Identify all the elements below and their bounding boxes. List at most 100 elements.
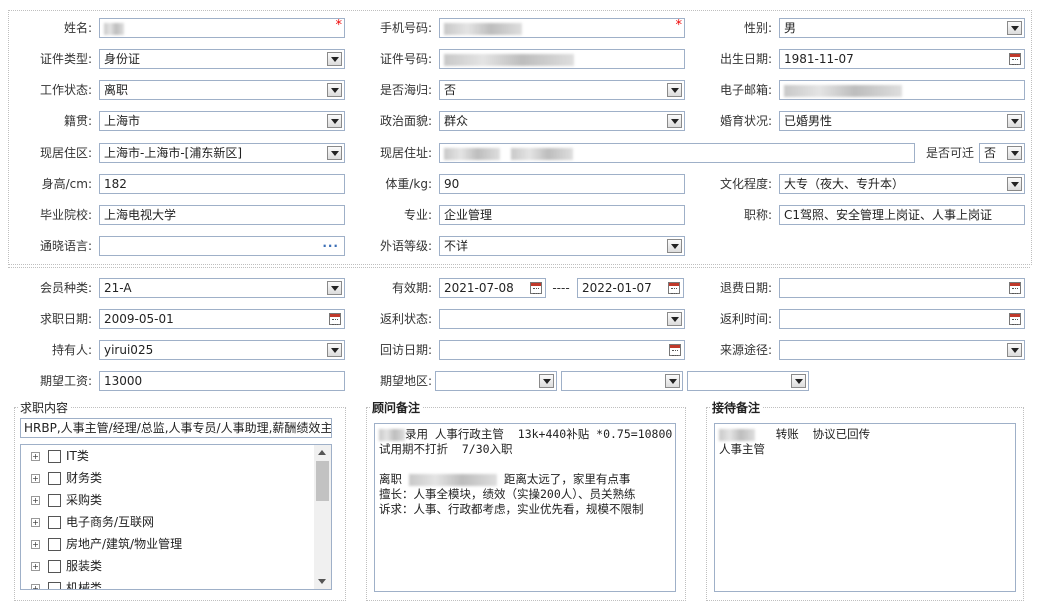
job-date-field[interactable]: 2009-05-01 — [99, 309, 345, 329]
tree-item[interactable]: + 机械类 — [31, 578, 102, 589]
checkbox[interactable] — [48, 560, 61, 573]
reception-notes-textarea[interactable]: 转账 协议已回传 人事主管 — [714, 423, 1016, 592]
chevron-down-icon[interactable] — [539, 374, 554, 388]
tree-item[interactable]: + 电子商务/互联网 — [31, 512, 154, 532]
revisit-label: 回访日期: — [379, 343, 432, 357]
rebate-time-field[interactable] — [779, 309, 1025, 329]
foreign-level-select[interactable]: 不详 — [439, 236, 685, 256]
major-label: 专业: — [403, 208, 432, 222]
checkbox[interactable] — [48, 538, 61, 551]
expand-icon[interactable]: + — [31, 540, 40, 549]
title-field[interactable]: C1驾照、安全管理上岗证、人事上岗证 — [779, 205, 1025, 225]
work-status-select[interactable]: 离职 — [99, 80, 345, 100]
scroll-down-icon[interactable] — [318, 579, 326, 584]
valid-from-field[interactable]: 2021-07-08 — [439, 278, 546, 298]
expand-icon[interactable]: + — [31, 562, 40, 571]
expand-icon[interactable]: + — [31, 584, 40, 589]
chevron-down-icon[interactable] — [327, 343, 342, 357]
vertical-scrollbar[interactable] — [314, 445, 331, 589]
chevron-down-icon[interactable] — [1007, 177, 1022, 191]
chevron-down-icon[interactable] — [327, 83, 342, 97]
revisit-date-field[interactable] — [439, 340, 685, 360]
height-field[interactable]: 182 — [99, 174, 345, 194]
checkbox[interactable] — [48, 516, 61, 529]
education-select[interactable]: 大专（夜大、专升本） — [779, 174, 1025, 194]
job-category-tree[interactable]: + IT类 + 财务类 + 采购类 + 电子商务/互联网 + 房地产/建筑/物业管理 + 服… — [20, 444, 332, 590]
expand-icon[interactable]: + — [31, 452, 40, 461]
required-star: * — [335, 18, 343, 33]
source-select[interactable] — [779, 340, 1025, 360]
scroll-up-icon[interactable] — [318, 450, 326, 455]
major-field[interactable]: 企业管理 — [439, 205, 685, 225]
birth-date-field[interactable]: 1981-11-07 — [779, 49, 1025, 69]
holder-select[interactable]: yirui025 — [99, 340, 345, 360]
expand-icon[interactable]: + — [31, 474, 40, 483]
tree-item[interactable]: + 服装类 — [31, 556, 102, 576]
reception-notes-legend: 接待备注 — [710, 399, 763, 416]
overseas-select[interactable]: 否 — [439, 80, 685, 100]
chevron-down-icon[interactable] — [791, 374, 806, 388]
expand-icon[interactable]: + — [31, 518, 40, 527]
relocate-select[interactable]: 否 — [979, 143, 1025, 163]
chevron-down-icon[interactable] — [1007, 114, 1022, 128]
scroll-thumb[interactable] — [316, 461, 329, 501]
address-field[interactable] — [439, 143, 915, 163]
checkbox[interactable] — [48, 494, 61, 507]
id-no-field[interactable] — [439, 49, 685, 69]
tree-item[interactable]: + 采购类 — [31, 490, 102, 510]
checkbox[interactable] — [48, 450, 61, 463]
weight-field[interactable]: 90 — [439, 174, 685, 194]
chevron-down-icon[interactable] — [327, 146, 342, 160]
school-field[interactable]: 上海电视大学 — [99, 205, 345, 225]
gender-value: 男 — [784, 21, 797, 35]
calendar-icon[interactable] — [1009, 313, 1021, 325]
member-type-select[interactable]: 21-A — [99, 278, 345, 298]
region-district-select[interactable] — [687, 371, 809, 391]
name-field[interactable]: * — [99, 18, 345, 38]
calendar-icon[interactable] — [669, 344, 681, 356]
language-field[interactable]: ··· — [99, 236, 345, 256]
valid-to-field[interactable]: 2022-01-07 — [577, 278, 684, 298]
expand-icon[interactable]: + — [31, 496, 40, 505]
chevron-down-icon[interactable] — [327, 52, 342, 66]
calendar-icon[interactable] — [668, 282, 680, 294]
phone-field[interactable]: * — [439, 18, 685, 38]
politics-select[interactable]: 群众 — [439, 111, 685, 131]
email-field[interactable] — [779, 80, 1025, 100]
consultant-notes-textarea[interactable]: 录用 人事行政主管 13k+440补贴 *0.75=10800 试用期不打折 7… — [374, 423, 676, 592]
chevron-down-icon[interactable] — [667, 114, 682, 128]
chevron-down-icon[interactable] — [1007, 343, 1022, 357]
tree-item[interactable]: + IT类 — [31, 446, 89, 466]
rebate-status-select[interactable] — [439, 309, 685, 329]
chevron-down-icon[interactable] — [665, 374, 680, 388]
more-icon[interactable]: ··· — [322, 240, 339, 252]
chevron-down-icon[interactable] — [1007, 146, 1022, 160]
refund-date-field[interactable] — [779, 278, 1025, 298]
education-value: 大专（夜大、专升本） — [784, 177, 905, 191]
tree-item[interactable]: + 财务类 — [31, 468, 102, 488]
marital-select[interactable]: 已婚男性 — [779, 111, 1025, 131]
id-type-select[interactable]: 身份证 — [99, 49, 345, 69]
chevron-down-icon[interactable] — [327, 281, 342, 295]
region-province-select[interactable] — [435, 371, 557, 391]
chevron-down-icon[interactable] — [327, 114, 342, 128]
calendar-icon[interactable] — [1009, 53, 1021, 65]
calendar-icon[interactable] — [1009, 282, 1021, 294]
chevron-down-icon[interactable] — [667, 239, 682, 253]
region-city-select[interactable] — [561, 371, 683, 391]
chevron-down-icon[interactable] — [1007, 21, 1022, 35]
chevron-down-icon[interactable] — [667, 312, 682, 326]
salary-field[interactable]: 13000 — [99, 371, 345, 391]
calendar-icon[interactable] — [530, 282, 542, 294]
tree-item[interactable]: + 房地产/建筑/物业管理 — [31, 534, 182, 554]
gender-select[interactable]: 男 — [779, 18, 1025, 38]
checkbox[interactable] — [48, 472, 61, 485]
calendar-icon[interactable] — [329, 313, 341, 325]
phone-redacted — [444, 22, 522, 35]
residence-area-select[interactable]: 上海市-上海市-[浦东新区] — [99, 143, 345, 163]
job-content-summary[interactable]: HRBP,人事主管/经理/总监,人事专员/人事助理,薪酬绩效主 — [20, 418, 332, 438]
chevron-down-icon[interactable] — [667, 83, 682, 97]
checkbox[interactable] — [48, 582, 61, 589]
native-select[interactable]: 上海市 — [99, 111, 345, 131]
marital-label: 婚育状况: — [719, 114, 772, 128]
